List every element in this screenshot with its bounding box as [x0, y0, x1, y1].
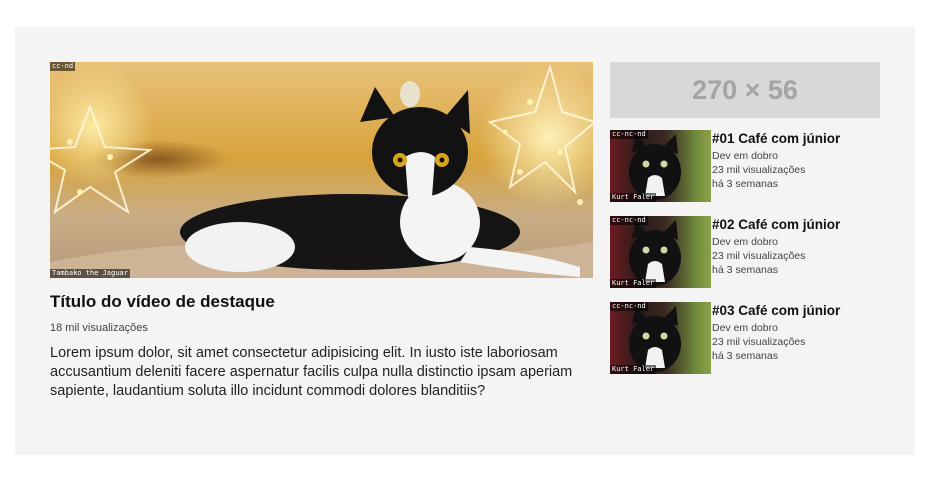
featured-description: Lorem ipsum dolor, sit amet consectetur … — [50, 345, 573, 399]
video-views: 23 mil visualizações — [712, 164, 806, 176]
featured-title[interactable]: Título do vídeo de destaque — [50, 292, 593, 312]
video-info: #01 Café com júnior Dev em dobro 23 mil … — [711, 130, 840, 202]
video-thumbnail[interactable]: cc-nc-nd Kurt Faler — [610, 216, 711, 288]
list-item[interactable]: cc-nc-nd Kurt Faler #02 Café com júnior … — [610, 216, 900, 288]
video-age: há 3 semanas — [712, 350, 778, 362]
list-item[interactable]: cc-nc-nd Kurt Faler #01 Café com júnior … — [610, 130, 900, 202]
video-title[interactable]: #02 Café com júnior — [712, 217, 840, 232]
featured-views: 18 mil visualizações — [50, 322, 148, 334]
video-thumbnail[interactable]: cc-nc-nd Kurt Faler — [610, 130, 711, 202]
thumbnail-license-badge: cc-nc-nd — [610, 302, 648, 311]
channel-name[interactable]: Dev em dobro — [712, 235, 840, 249]
kitten-photo — [629, 134, 681, 200]
thumbnail-credit: Kurt Faler — [610, 193, 657, 202]
cat-photo — [50, 63, 593, 278]
video-title[interactable]: #03 Café com júnior — [712, 303, 840, 318]
video-thumbnail[interactable]: cc-nc-nd Kurt Faler — [610, 302, 711, 374]
featured-credit: Tambako the Jaguar — [50, 269, 130, 278]
video-title[interactable]: #01 Café com júnior — [712, 131, 840, 146]
video-views: 23 mil visualizações — [712, 336, 806, 348]
channel-name[interactable]: Dev em dobro — [712, 321, 840, 335]
video-info: #03 Café com júnior Dev em dobro 23 mil … — [711, 302, 840, 374]
kitten-photo — [629, 220, 681, 286]
channel-name[interactable]: Dev em dobro — [712, 149, 840, 163]
featured-thumbnail[interactable]: cc-nd Tambako the Jaguar — [50, 62, 593, 278]
video-views: 23 mil visualizações — [712, 250, 806, 262]
related-videos-list: cc-nc-nd Kurt Faler #01 Café com júnior … — [610, 130, 900, 388]
content-panel: cc-nd Tambako the Jaguar Título do vídeo… — [15, 27, 915, 455]
video-age: há 3 semanas — [712, 178, 778, 190]
ad-placeholder[interactable]: 270 × 56 — [610, 62, 880, 118]
featured-license-badge: cc-nd — [50, 62, 76, 71]
thumbnail-license-badge: cc-nc-nd — [610, 216, 648, 225]
thumbnail-credit: Kurt Faler — [610, 279, 657, 288]
thumbnail-credit: Kurt Faler — [610, 365, 657, 374]
list-item[interactable]: cc-nc-nd Kurt Faler #03 Café com júnior … — [610, 302, 900, 374]
kitten-photo — [629, 306, 681, 372]
video-age: há 3 semanas — [712, 264, 778, 276]
thumbnail-license-badge: cc-nc-nd — [610, 130, 648, 139]
featured-video: cc-nd Tambako the Jaguar Título do vídeo… — [50, 62, 593, 401]
video-info: #02 Café com júnior Dev em dobro 23 mil … — [711, 216, 840, 288]
